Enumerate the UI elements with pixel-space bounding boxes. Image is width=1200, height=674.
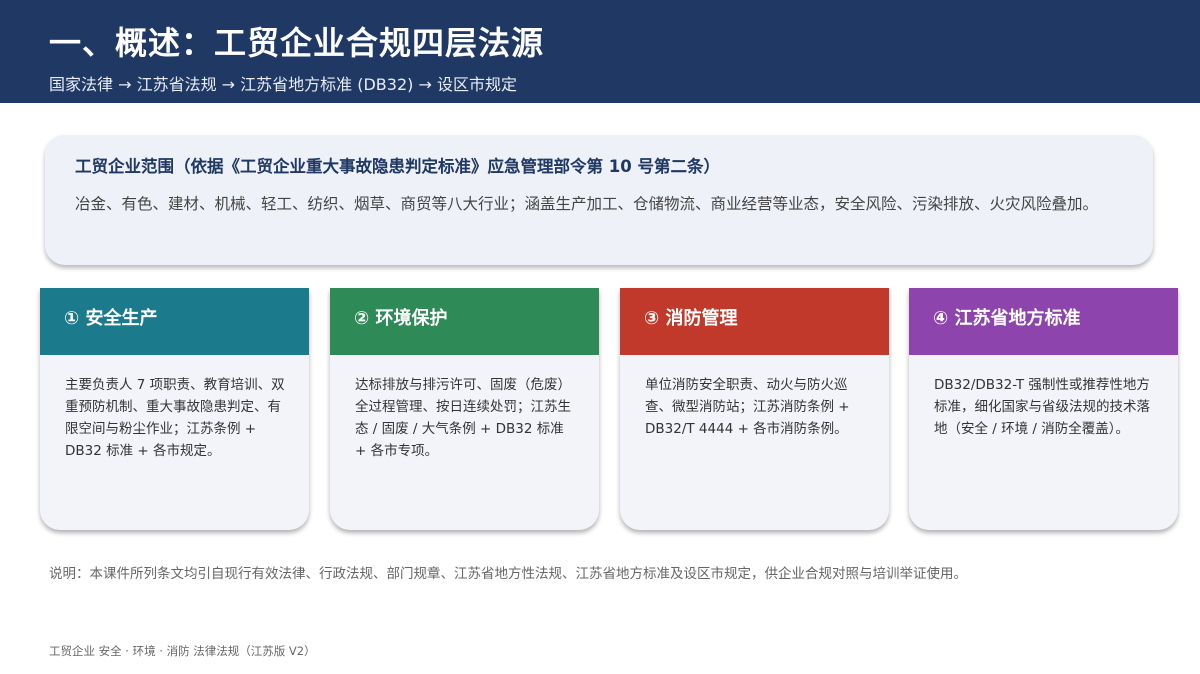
card-title: ③ 消防管理 [644,308,738,329]
card-body: DB32/DB32-T 强制性或推荐性地方标准，细化国家与省级法规的技术落地（安… [934,377,1150,437]
page-subtitle: 国家法律 → 江苏省法规 → 江苏省地方标准 (DB32) → 设区市规定 [49,75,517,94]
card-safety-production: ① 安全生产 主要负责人 7 项职责、教育培训、双重预防机制、重大事故隐患判定、… [40,288,309,530]
card-title: ② 环境保护 [354,308,448,329]
header-banner: 一、概述：工贸企业合规四层法源 国家法律 → 江苏省法规 → 江苏省地方标准 (… [0,0,1200,103]
card-header: ② 环境保护 [330,288,599,355]
card-title: ① 安全生产 [64,308,158,329]
card-title: ④ 江苏省地方标准 [933,308,1081,329]
card-header: ① 安全生产 [40,288,309,355]
page-title: 一、概述：工贸企业合规四层法源 [49,24,545,62]
card-header: ④ 江苏省地方标准 [909,288,1178,355]
footnote: 说明：本课件所列条文均引自现行有效法律、行政法规、部门规章、江苏省地方性法规、江… [49,566,967,582]
card-body: 达标排放与排污许可、固废（危废）全过程管理、按日连续处罚；江苏生态 / 固废 /… [355,377,571,459]
card-header: ③ 消防管理 [620,288,889,355]
card-fire-management: ③ 消防管理 单位消防安全职责、动火与防火巡查、微型消防站；江苏消防条例 + D… [620,288,889,530]
card-body: 单位消防安全职责、动火与防火巡查、微型消防站；江苏消防条例 + DB32/T 4… [645,377,850,437]
card-jiangsu-local-standards: ④ 江苏省地方标准 DB32/DB32-T 强制性或推荐性地方标准，细化国家与省… [909,288,1178,530]
scope-panel: 工贸企业范围（依据《工贸企业重大事故隐患判定标准》应急管理部令第 10 号第二条… [45,135,1153,265]
card-environmental-protection: ② 环境保护 达标排放与排污许可、固废（危废）全过程管理、按日连续处罚；江苏生态… [330,288,599,530]
footer-text: 工贸企业 安全 · 环境 · 消防 法律法规（江苏版 V2） [49,644,316,658]
scope-title: 工贸企业范围（依据《工贸企业重大事故隐患判定标准》应急管理部令第 10 号第二条… [75,157,720,176]
card-body: 主要负责人 7 项职责、教育培训、双重预防机制、重大事故隐患判定、有限空间与粉尘… [65,377,285,459]
scope-body: 冶金、有色、建材、机械、轻工、纺织、烟草、商贸等八大行业；涵盖生产加工、仓储物流… [75,195,1099,213]
